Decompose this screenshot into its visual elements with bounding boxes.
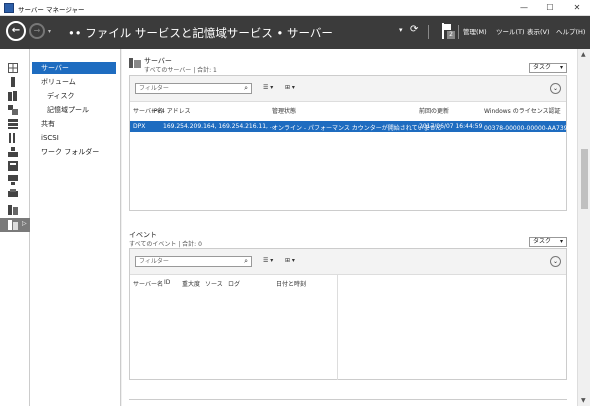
minimize-button[interactable]: —: [511, 0, 537, 16]
file-storage-icon[interactable]: [6, 204, 19, 215]
dns-icon[interactable]: [6, 132, 19, 143]
events-tasks-button[interactable]: タスク ▾: [529, 237, 567, 247]
back-arrow-icon[interactable]: ←: [6, 21, 26, 41]
filter-placeholder: フィルター: [139, 85, 169, 92]
servers-toolbar: フィルター ⌕ ☰ ▾ ⊞ ▾ ⌄: [130, 76, 566, 102]
notification-count-badge: 2: [447, 31, 455, 39]
scroll-down-icon[interactable]: ▼: [581, 397, 586, 404]
servers-tasks-button[interactable]: タスク ▾: [529, 63, 567, 73]
history-dropdown-icon[interactable]: ▾: [48, 28, 51, 35]
servers-filter-input[interactable]: フィルター ⌕: [135, 83, 252, 94]
server-manager-app-icon: [4, 3, 14, 13]
col-header-ipv4[interactable]: IPv4 アドレス: [152, 106, 191, 115]
grid-options-button[interactable]: ⊞ ▾: [285, 84, 295, 91]
expand-arrow-icon[interactable]: ▷: [22, 220, 27, 227]
separator: [458, 25, 459, 39]
rds-icon[interactable]: [6, 174, 19, 185]
col-header-severity[interactable]: 重大度: [182, 279, 200, 288]
col-header-date-time[interactable]: 日付と時刻: [276, 279, 306, 288]
list-options-button[interactable]: ☰ ▾: [263, 257, 273, 264]
all-servers-icon[interactable]: [6, 90, 19, 101]
separator: [428, 25, 429, 39]
file-storage-services-icon[interactable]: [6, 219, 19, 230]
filter-placeholder: フィルター: [139, 258, 169, 265]
next-section-edge: [129, 399, 567, 406]
events-toolbar: フィルター ⌕ ☰ ▾ ⊞ ▾ ⌄: [130, 249, 566, 275]
search-icon: ⌕: [244, 84, 248, 92]
iis-icon[interactable]: [6, 146, 19, 157]
menu-view[interactable]: 表示(V): [527, 26, 550, 36]
col-header-server-name[interactable]: サーバー名: [133, 279, 163, 288]
cell-windows-activation: 00378-00000-00000-AA739 (ライ: [484, 125, 584, 132]
nav-item-servers[interactable]: サーバー: [32, 62, 116, 74]
window-title: サーバー マネージャー: [18, 6, 85, 14]
main-content: サーバー すべてのサーバー | 合計: 1 タスク ▾ フィルター ⌕ ☰ ▾ ⊞…: [122, 49, 584, 406]
events-section-subtitle: すべてのイベント | 合計: 0: [129, 241, 202, 248]
title-bar: サーバー マネージャー — ☐ ✕: [0, 0, 590, 16]
menu-manage[interactable]: 管理(M): [463, 26, 487, 36]
refresh-icon[interactable]: ⟳: [410, 24, 418, 35]
servers-section-subtitle: すべてのサーバー | 合計: 1: [144, 67, 217, 74]
col-header-log[interactable]: ログ: [228, 279, 240, 288]
col-header-source[interactable]: ソース: [205, 279, 223, 288]
collapse-chevron-icon[interactable]: ⌄: [550, 256, 561, 267]
servers-panel: フィルター ⌕ ☰ ▾ ⊞ ▾ ⌄ サーバー名 IPv4 アドレス 管理状態 前…: [129, 75, 584, 211]
dashboard-icon[interactable]: [6, 62, 19, 73]
nav-item-volumes[interactable]: ボリューム: [30, 76, 120, 88]
events-panel: フィルター ⌕ ☰ ▾ ⊞ ▾ ⌄ サーバー名 ID 重大度 ソース ログ 日付…: [129, 248, 567, 380]
nap-icon[interactable]: [6, 160, 19, 171]
menu-help[interactable]: ヘルプ(H): [556, 26, 585, 36]
list-options-button[interactable]: ☰ ▾: [263, 84, 273, 91]
navigation-bar: ← → ▾ •• ファイル サービスと記憶域サービス • サーバー ▾ ⟳ 2 …: [0, 16, 590, 49]
grid-options-button[interactable]: ⊞ ▾: [285, 257, 295, 264]
tasks-label: タスク: [533, 64, 552, 71]
vertical-scrollbar[interactable]: ▲ ▼: [577, 49, 590, 406]
dhcp-icon[interactable]: [6, 118, 19, 129]
ad-ds-icon[interactable]: [6, 104, 19, 115]
print-icon[interactable]: [6, 188, 19, 199]
col-header-windows-activation[interactable]: Windows のライセンス認証: [484, 106, 561, 115]
nav-dropdown-icon[interactable]: ▾: [399, 26, 403, 34]
maximize-button[interactable]: ☐: [537, 0, 563, 16]
cell-last-update: 2017/06/07 16:44:59: [419, 123, 483, 130]
col-header-id[interactable]: ID: [164, 279, 170, 286]
tasks-label: タスク: [533, 238, 552, 245]
menu-tools[interactable]: ツール(T): [496, 26, 525, 36]
cell-manageability: オンライン - パフォーマンス カウンターが開始されていません: [272, 125, 442, 132]
nav-item-work-folders[interactable]: ワーク フォルダー: [30, 146, 120, 158]
breadcrumb: •• ファイル サービスと記憶域サービス • サーバー: [68, 26, 333, 40]
nav-item-iscsi[interactable]: iSCSI: [30, 132, 120, 144]
column-divider: [337, 275, 338, 380]
events-filter-input[interactable]: フィルター ⌕: [135, 256, 252, 267]
col-header-manageability[interactable]: 管理状態: [272, 106, 296, 115]
nav-item-storage-pools[interactable]: 記憶域プール: [30, 104, 120, 116]
nav-item-disks[interactable]: ディスク: [30, 90, 120, 102]
collapse-chevron-icon[interactable]: ⌄: [550, 83, 561, 94]
scroll-thumb[interactable]: [581, 149, 588, 209]
chevron-down-icon: ▾: [559, 64, 563, 71]
forward-arrow-icon[interactable]: →: [29, 23, 45, 39]
cell-server-name: DPX: [133, 123, 146, 130]
scroll-up-icon[interactable]: ▲: [581, 51, 586, 58]
icon-rail: ▷: [0, 49, 30, 406]
nav-item-shares[interactable]: 共有: [30, 118, 120, 130]
left-navigation: サーバー ボリューム ディスク 記憶域プール 共有 iSCSI ワーク フォルダ…: [30, 49, 121, 406]
notifications-flag-icon[interactable]: 2: [441, 23, 455, 39]
cell-ipv4: 169.254.209.164, 169.254.216.11, ...: [163, 123, 276, 130]
servers-folder-icon: [129, 58, 141, 68]
search-icon: ⌕: [244, 257, 248, 265]
close-button[interactable]: ✕: [564, 0, 590, 16]
chevron-down-icon: ▾: [559, 238, 563, 245]
col-header-last-update[interactable]: 前回の更新: [419, 106, 449, 115]
local-server-icon[interactable]: [6, 76, 19, 87]
